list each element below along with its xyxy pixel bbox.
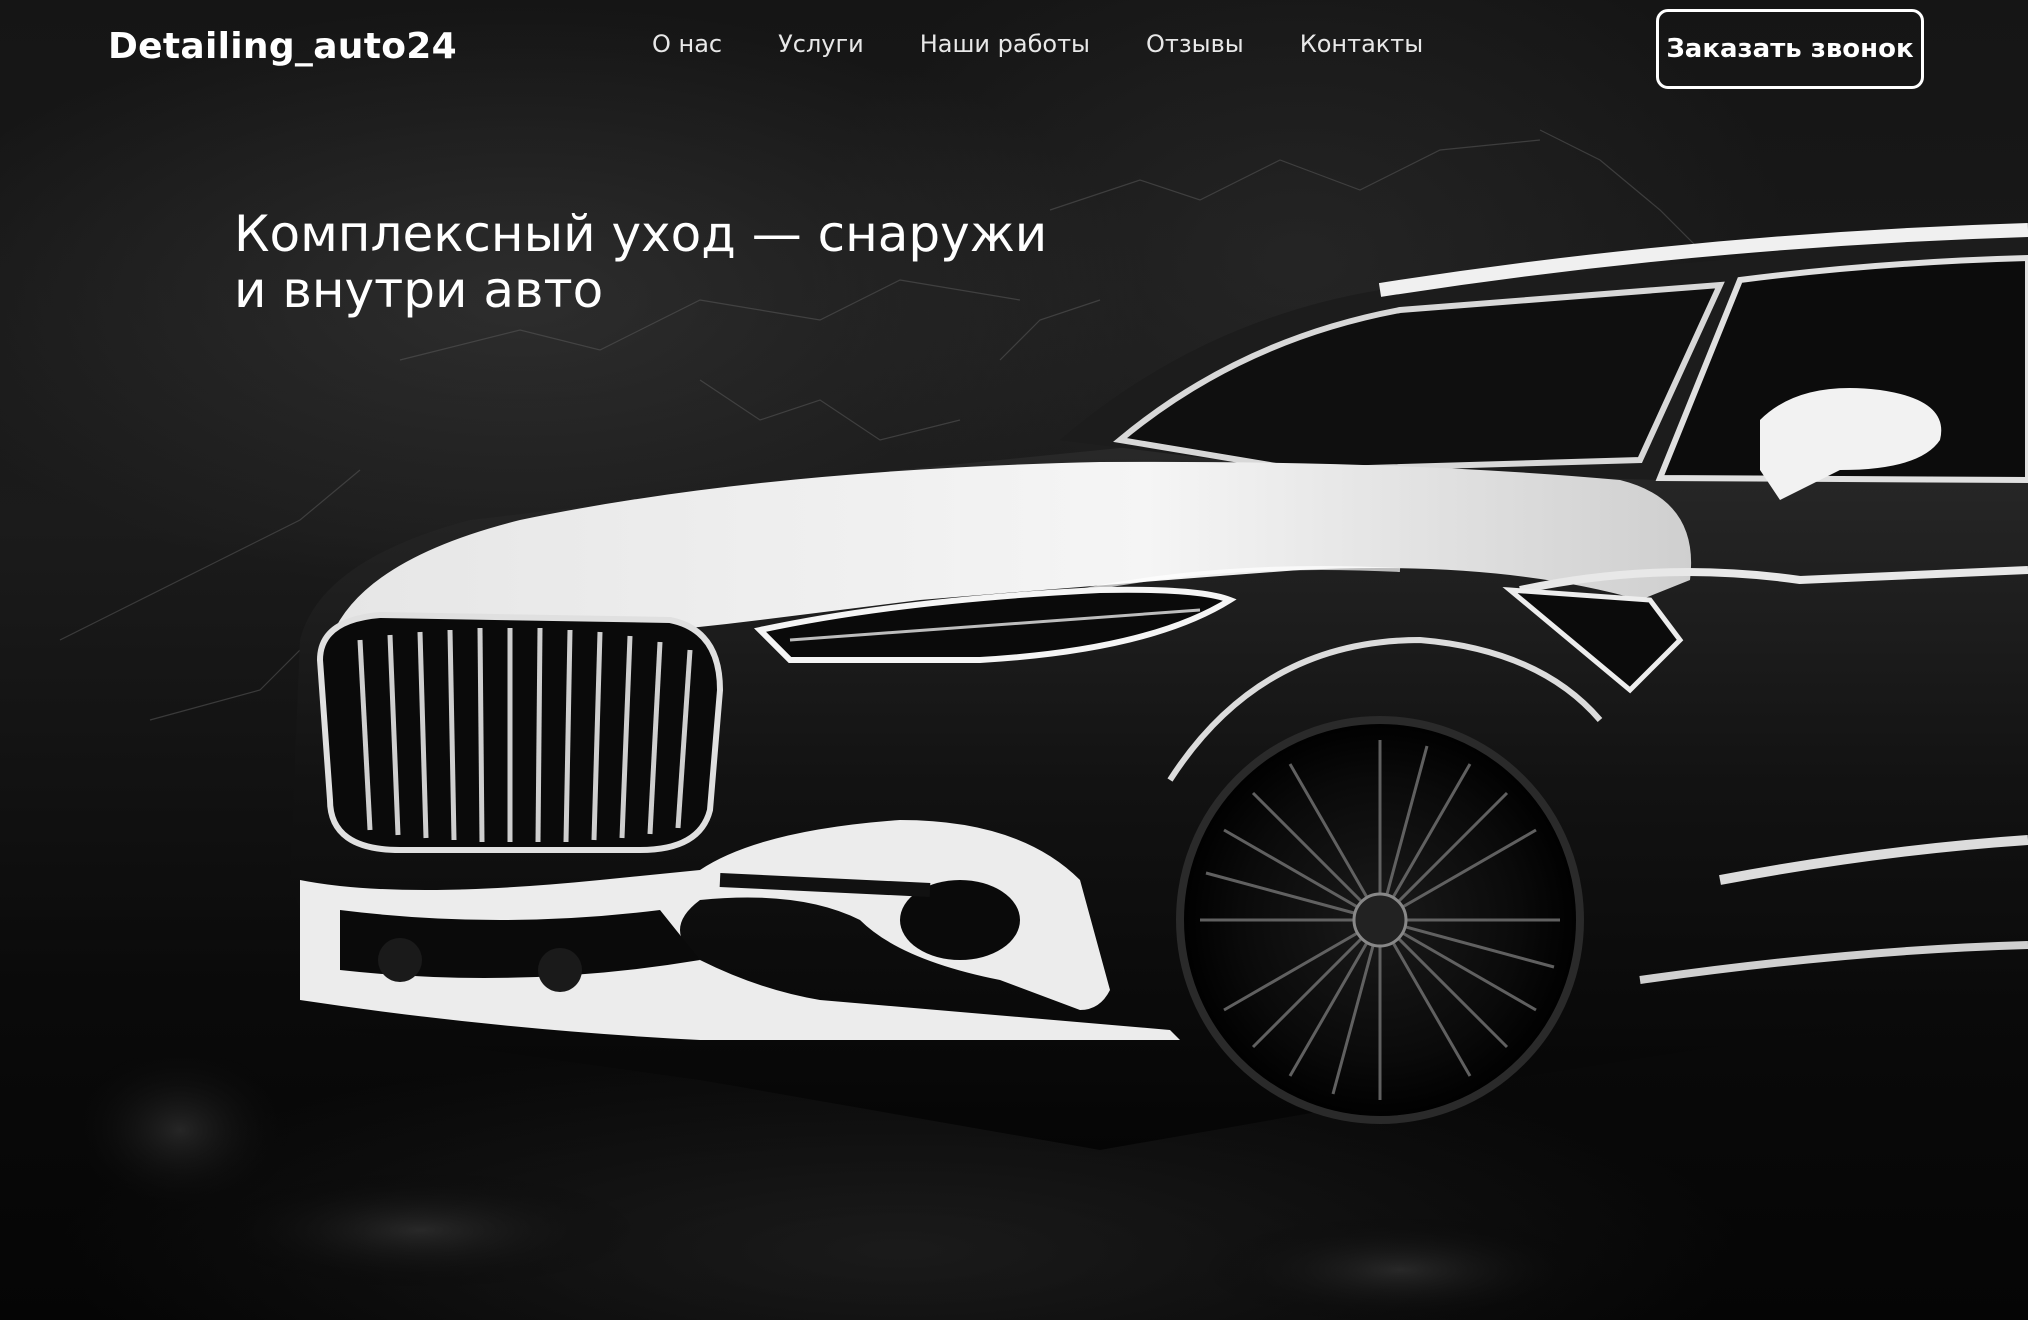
nav-item-contacts[interactable]: Контакты <box>1300 30 1424 58</box>
nav-item-reviews[interactable]: Отзывы <box>1146 30 1244 58</box>
hero-headline-line1: Комплексный уход — снаружи <box>234 205 1048 263</box>
nav-item-works[interactable]: Наши работы <box>920 30 1090 58</box>
site-header: Detailing_auto24 О нас Услуги Наши работ… <box>0 0 2028 100</box>
hero-section <box>0 0 2028 1320</box>
nav-item-services[interactable]: Услуги <box>778 30 864 58</box>
hero-car-image <box>59 129 2028 1320</box>
hero-headline-line2: и внутри авто <box>234 261 604 319</box>
site-logo[interactable]: Detailing_auto24 <box>108 26 457 67</box>
hero-headline: Комплексный уход — снаружи и внутри авто <box>234 206 1134 318</box>
main-nav: О нас Услуги Наши работы Отзывы Контакты <box>652 30 1423 58</box>
nav-item-about[interactable]: О нас <box>652 30 722 58</box>
request-call-button[interactable]: Заказать звонок <box>1656 9 1924 89</box>
